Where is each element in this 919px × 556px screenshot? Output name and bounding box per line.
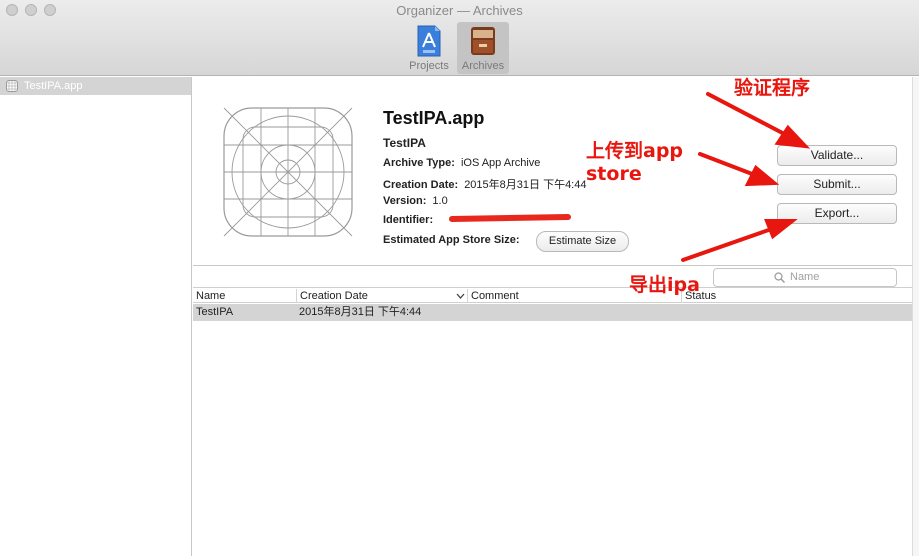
- archive-type-key: Archive Type:: [383, 157, 455, 169]
- export-button[interactable]: Export...: [777, 203, 897, 224]
- identifier-key: Identifier:: [383, 214, 434, 226]
- creation-date-row: Creation Date: 2015年8月31日 下午4:44: [383, 176, 586, 192]
- column-header-creation-date-label: Creation Date: [300, 290, 368, 302]
- estimate-size-button[interactable]: Estimate Size: [536, 231, 629, 252]
- archive-box-icon: [471, 27, 495, 55]
- toolbar-archives-button[interactable]: Archives: [457, 22, 509, 74]
- version-row: Version: 1.0: [383, 195, 448, 207]
- archive-type-value: iOS App Archive: [460, 157, 541, 169]
- search-placeholder: Name: [790, 271, 820, 283]
- window-title: Organizer — Archives: [396, 3, 523, 18]
- app-icon: [6, 80, 18, 92]
- annotation-submit-line1: 上传到app: [586, 140, 684, 162]
- column-header-creation-date[interactable]: Creation Date: [296, 289, 467, 303]
- column-header-status[interactable]: Status: [681, 289, 912, 303]
- search-icon: [774, 272, 785, 283]
- annotation-export: 导出ipa: [629, 274, 700, 296]
- version-value: 1.0: [432, 195, 448, 207]
- toolbar-archives-label: Archives: [461, 60, 505, 72]
- row-name: TestIPA: [196, 306, 234, 318]
- estimated-size-row: Estimated App Store Size:: [383, 234, 526, 246]
- sidebar: TestIPA.app: [0, 77, 192, 556]
- archive-title: TestIPA.app: [383, 108, 485, 128]
- toolbar-projects-button[interactable]: Projects: [403, 22, 455, 74]
- identifier-row: Identifier:: [383, 214, 439, 226]
- archive-type-row: Archive Type: iOS App Archive: [383, 157, 540, 169]
- table-header: Name Creation Date Comment Status: [193, 287, 912, 303]
- search-bar: Name: [193, 265, 912, 287]
- app-icon-placeholder: [223, 107, 353, 237]
- validate-button[interactable]: Validate...: [777, 145, 897, 166]
- toolbar-projects-label: Projects: [409, 60, 449, 72]
- column-header-name[interactable]: Name: [193, 289, 296, 303]
- submit-button[interactable]: Submit...: [777, 174, 897, 195]
- chevron-down-icon: [456, 293, 465, 299]
- archive-detail-pane: TestIPA.app TestIPA Archive Type: iOS App…: [193, 77, 912, 265]
- annotation-submit-line2: store: [586, 163, 642, 185]
- creation-date-value: 2015年8月31日 下午4:44: [464, 179, 587, 191]
- app-store-icon: [417, 25, 441, 57]
- table-row[interactable]: TestIPA 2015年8月31日 下午4:44: [193, 304, 912, 321]
- version-key: Version:: [383, 195, 427, 207]
- search-input[interactable]: Name: [713, 268, 897, 287]
- title-bar: Organizer — Archives Projects Archives: [0, 0, 919, 76]
- estimated-size-key: Estimated App Store Size:: [383, 234, 520, 246]
- sidebar-item-label: TestIPA.app: [24, 80, 83, 92]
- annotation-validate: 验证程序: [734, 77, 811, 99]
- archives-table: Name Creation Date Comment Status TestIP…: [193, 287, 912, 556]
- sidebar-item-testipa[interactable]: TestIPA.app: [0, 77, 191, 95]
- window-right-edge: [912, 77, 919, 556]
- row-creation-date: 2015年8月31日 下午4:44: [299, 306, 422, 318]
- identifier-redaction-mark: [448, 213, 572, 223]
- archive-name: TestIPA: [383, 136, 426, 150]
- creation-date-key: Creation Date:: [383, 179, 459, 191]
